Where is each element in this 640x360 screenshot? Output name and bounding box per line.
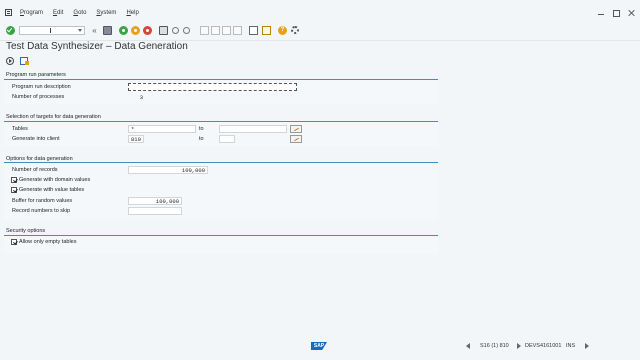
processes-label: Number of processes xyxy=(12,94,65,100)
status-system: S16 (1) 810 xyxy=(480,343,509,349)
menu-icon[interactable] xyxy=(5,9,12,16)
status-options-icon[interactable] xyxy=(585,343,589,349)
client-to-input[interactable] xyxy=(219,135,235,143)
menu-system[interactable]: System xyxy=(96,10,116,16)
status-server: DEVS4161001 xyxy=(525,343,562,349)
find-icon[interactable] xyxy=(172,27,179,34)
tables-to-input[interactable] xyxy=(219,125,287,133)
client-from-input[interactable]: 810 xyxy=(128,135,144,143)
section-title-security: Security options xyxy=(6,228,46,234)
multiple-selection-icon[interactable] xyxy=(290,125,302,133)
value-tables-option[interactable]: Generate with value tables xyxy=(11,187,84,193)
print-icon[interactable] xyxy=(159,26,168,35)
client-to-label: to xyxy=(199,136,204,142)
save-icon[interactable] xyxy=(103,26,112,35)
enter-check-icon[interactable] xyxy=(6,26,15,35)
menu-goto[interactable]: Goto xyxy=(73,10,86,16)
buffer-label: Buffer for random values xyxy=(12,198,73,204)
window-controls xyxy=(592,8,637,18)
back-icon[interactable] xyxy=(119,26,128,35)
buffer-input[interactable]: 100,000 xyxy=(128,197,182,205)
tables-label: Tables xyxy=(12,126,28,132)
application-toolbar xyxy=(6,57,34,65)
page-title: Test Data Synthesizer – Data Generation xyxy=(6,41,188,52)
get-variant-icon[interactable] xyxy=(20,57,29,65)
records-label: Number of records xyxy=(12,167,58,173)
tables-from-input[interactable]: * xyxy=(128,125,196,133)
help-icon[interactable]: ? xyxy=(278,26,287,35)
execute-icon[interactable] xyxy=(6,57,14,65)
status-dropdown-icon[interactable] xyxy=(517,343,521,349)
client-label: Generate into client xyxy=(12,136,60,142)
previous-page-icon xyxy=(211,26,220,35)
skip-label: Record numbers to skip xyxy=(12,208,71,214)
sap-logo: SAP xyxy=(311,342,327,350)
text-cursor xyxy=(50,28,51,33)
menu-program[interactable]: Program xyxy=(20,10,43,16)
menu-help[interactable]: Help xyxy=(126,10,138,16)
status-bar: SAP S16 (1) 810 DEVS4161001 INS xyxy=(0,340,640,352)
processes-input[interactable]: 3 xyxy=(128,93,146,101)
run-description-label: Program run description xyxy=(12,84,71,90)
next-page-icon xyxy=(222,26,231,35)
status-mode: INS xyxy=(566,343,576,349)
maximize-icon[interactable] xyxy=(610,8,622,18)
domain-values-option[interactable]: Generate with domain values xyxy=(11,177,90,183)
menu-edit[interactable]: Edit xyxy=(53,10,63,16)
section-title-targets: Selection of targets for data generation xyxy=(6,114,101,120)
shortcut-icon[interactable] xyxy=(262,26,271,35)
exit-icon[interactable] xyxy=(131,26,140,35)
first-page-icon xyxy=(200,26,209,35)
last-page-icon xyxy=(233,26,242,35)
records-input[interactable]: 100,000 xyxy=(128,166,208,174)
domain-values-checkbox[interactable] xyxy=(11,177,17,183)
domain-values-label: Generate with domain values xyxy=(19,177,91,183)
standard-toolbar: « ? xyxy=(0,22,640,41)
tables-to-label: to xyxy=(199,126,204,132)
value-tables-checkbox[interactable] xyxy=(11,187,17,193)
run-description-input[interactable] xyxy=(128,83,297,91)
empty-tables-checkbox[interactable] xyxy=(11,239,17,245)
multiple-selection-icon[interactable] xyxy=(290,135,302,143)
empty-tables-label: Allow only empty tables xyxy=(19,239,77,245)
find-next-icon[interactable] xyxy=(183,27,190,34)
cancel-icon[interactable] xyxy=(143,26,152,35)
empty-tables-option[interactable]: Allow only empty tables xyxy=(11,239,76,245)
skip-input[interactable] xyxy=(128,207,182,215)
value-tables-label: Generate with value tables xyxy=(19,187,85,193)
minimize-icon[interactable] xyxy=(595,8,607,18)
menu-bar: Program Edit Goto System Help xyxy=(20,10,149,16)
section-title-program-run: Program run parameters xyxy=(6,72,66,78)
new-session-icon[interactable] xyxy=(249,26,258,35)
settings-gear-icon[interactable] xyxy=(291,26,299,34)
command-field[interactable] xyxy=(19,26,85,35)
close-icon[interactable] xyxy=(625,8,637,18)
double-chevron-left-icon[interactable]: « xyxy=(90,26,99,35)
status-collapse-icon[interactable] xyxy=(466,343,470,349)
